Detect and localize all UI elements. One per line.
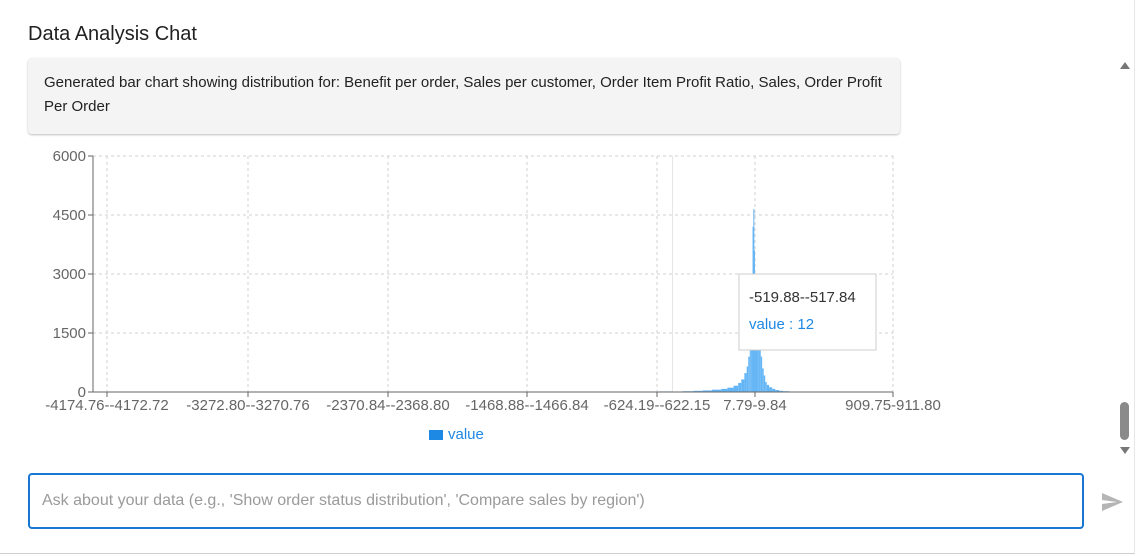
bar[interactable] — [759, 344, 761, 392]
bar[interactable] — [744, 373, 747, 392]
bar[interactable] — [760, 356, 763, 392]
distribution-chart[interactable]: 01500300045006000 -4174.76--4172.72 -3272… — [0, 145, 941, 455]
y-tick-label: 6000 — [53, 148, 86, 165]
tooltip-box — [738, 273, 877, 351]
arrow-up-icon[interactable] — [1120, 62, 1130, 69]
tooltip-label: -519.88--517.84 — [749, 289, 856, 306]
scrollbar-thumb[interactable] — [1120, 402, 1129, 440]
x-tick-label: -1468.88--1466.84 — [465, 397, 588, 414]
legend-swatch-value — [429, 430, 443, 440]
y-axis-ticks: 01500300045006000 — [53, 148, 93, 401]
bar[interactable] — [765, 382, 767, 392]
chat-card: Data Analysis Chat Generated bar chart s… — [0, 0, 1135, 554]
chat-messages[interactable]: Generated bar chart showing distribution… — [0, 55, 1118, 460]
bar[interactable] — [762, 368, 764, 392]
x-tick-label: 909.75-911.80 — [845, 397, 941, 414]
y-tick-label: 4500 — [53, 207, 86, 224]
bar[interactable] — [763, 375, 766, 392]
assistant-message-text: Generated bar chart showing distribution… — [44, 74, 882, 115]
x-tick-label: -3272.80--3270.76 — [186, 397, 309, 414]
chat-input[interactable] — [28, 473, 1084, 529]
bar[interactable] — [766, 384, 770, 392]
bar[interactable] — [746, 366, 749, 392]
x-tick-label: -2370.84--2368.80 — [326, 397, 449, 414]
chart-tooltip: -519.88--517.84 value : 12 — [738, 273, 877, 351]
tooltip-value: value : 12 — [749, 316, 814, 333]
bar[interactable] — [741, 379, 745, 392]
bar[interactable] — [727, 387, 734, 392]
x-tick-label: -624.19--622.15 — [604, 397, 711, 414]
hover-cursor — [672, 156, 673, 392]
bar[interactable] — [733, 385, 739, 392]
chart-legend[interactable]: value — [429, 426, 484, 443]
y-tick-label: 3000 — [53, 266, 86, 283]
assistant-message: Generated bar chart showing distribution… — [28, 58, 900, 134]
page-title: Data Analysis Chat — [28, 23, 197, 45]
send-icon[interactable] — [1100, 490, 1124, 514]
arrow-down-icon[interactable] — [1120, 447, 1130, 454]
x-axis-ticks: -4174.76--4172.72 -3272.80--3270.76 -2370.… — [45, 392, 941, 414]
legend-label-value: value — [448, 426, 484, 443]
x-tick-label: 7.79-9.84 — [723, 397, 786, 414]
x-tick-label: -4174.76--4172.72 — [45, 397, 168, 414]
bar[interactable] — [769, 387, 773, 392]
y-tick-label: 1500 — [53, 325, 86, 342]
vertical-scrollbar[interactable] — [1118, 58, 1132, 458]
bar[interactable] — [738, 382, 742, 392]
bar[interactable] — [748, 356, 750, 392]
